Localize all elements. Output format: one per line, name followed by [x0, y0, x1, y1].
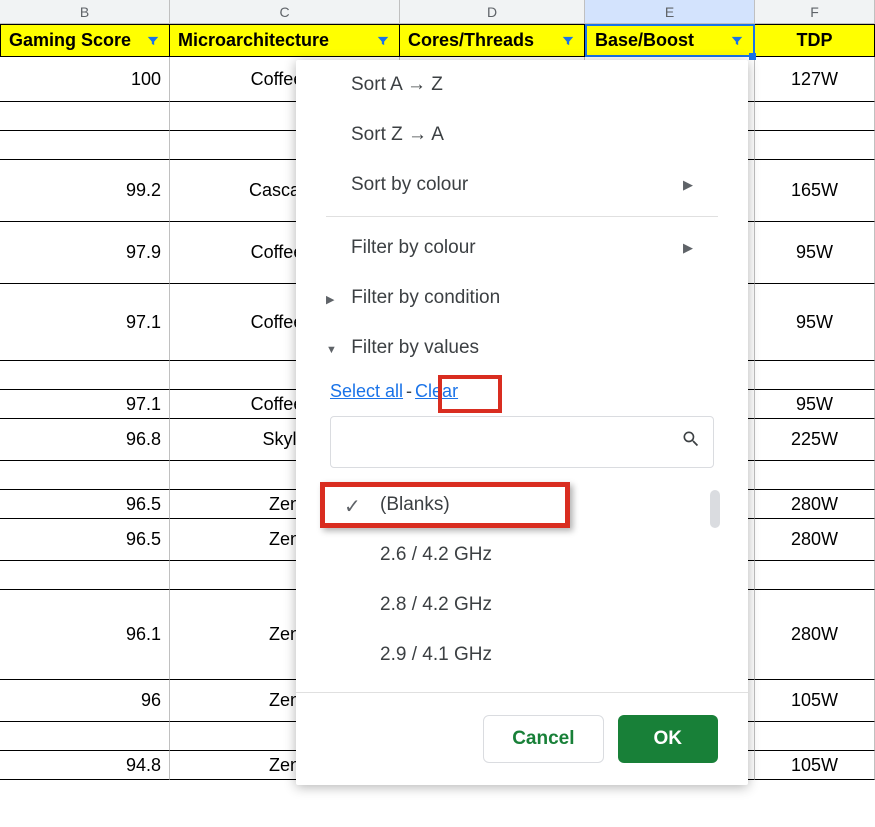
submenu-arrow-icon: ▶	[683, 177, 693, 193]
value-item[interactable]: 2.6 / 4.2 GHz	[320, 530, 724, 580]
clear-link[interactable]: Clear	[415, 381, 458, 401]
expanded-arrow-icon: ▼	[326, 344, 346, 356]
filter-value-links: Select all-Clear	[296, 373, 748, 416]
cell[interactable]	[755, 131, 875, 160]
filter-icon[interactable]	[145, 33, 161, 49]
header-cores-threads[interactable]: Cores/Threads	[400, 24, 585, 57]
cell[interactable]: 97.1	[0, 390, 170, 419]
value-item-blanks[interactable]: ✓ (Blanks)	[320, 480, 724, 530]
search-icon	[681, 429, 701, 455]
cell[interactable]	[755, 461, 875, 490]
cell[interactable]: 94.8	[0, 751, 170, 780]
cell[interactable]: 95W	[755, 284, 875, 361]
check-icon: ✓	[344, 494, 361, 519]
column-letter-D[interactable]: D	[400, 0, 585, 24]
menu-sort-za[interactable]: Sort Z → A	[296, 110, 748, 160]
cell[interactable]: 97.1	[0, 284, 170, 361]
cell[interactable]: 95W	[755, 390, 875, 419]
menu-sort-az[interactable]: Sort A → Z	[296, 60, 748, 110]
cell[interactable]: 97.9	[0, 222, 170, 284]
cell[interactable]: 100	[0, 57, 170, 102]
cell[interactable]: 96.8	[0, 419, 170, 461]
cancel-button[interactable]: Cancel	[483, 715, 603, 763]
header-gaming-score[interactable]: Gaming Score	[0, 24, 170, 57]
cell[interactable]	[0, 131, 170, 160]
cell[interactable]: 165W	[755, 160, 875, 222]
value-item[interactable]: 2.9 / 4.1 GHz	[320, 630, 724, 680]
filter-value-list: ✓ (Blanks) 2.6 / 4.2 GHz 2.8 / 4.2 GHz 2…	[296, 476, 748, 680]
submenu-arrow-icon: ▶	[683, 240, 693, 256]
cell[interactable]: 96.5	[0, 490, 170, 519]
cell[interactable]: 96.5	[0, 519, 170, 561]
cell[interactable]	[0, 561, 170, 590]
cell[interactable]: 280W	[755, 519, 875, 561]
menu-filter-condition[interactable]: ▶ Filter by condition	[296, 273, 748, 323]
value-item[interactable]: 2.8 / 4.2 GHz	[320, 580, 724, 630]
collapsed-arrow-icon: ▶	[326, 293, 346, 306]
cell[interactable]: 105W	[755, 680, 875, 722]
column-letter-E[interactable]: E	[585, 0, 755, 24]
header-base-boost[interactable]: Base/Boost	[585, 24, 755, 57]
cell[interactable]	[755, 102, 875, 131]
scrollbar-thumb[interactable]	[710, 490, 720, 528]
filter-search-input[interactable]	[343, 432, 681, 453]
filter-icon[interactable]	[560, 33, 576, 49]
cell[interactable]	[0, 722, 170, 751]
cell[interactable]	[0, 102, 170, 131]
ok-button[interactable]: OK	[618, 715, 719, 763]
filter-icon[interactable]	[729, 33, 745, 49]
cell[interactable]: 225W	[755, 419, 875, 461]
cell[interactable]: 105W	[755, 751, 875, 780]
menu-sort-colour[interactable]: Sort by colour ▶	[296, 160, 748, 210]
column-letter-C[interactable]: C	[170, 0, 400, 24]
header-tdp[interactable]: TDP	[755, 24, 875, 57]
menu-filter-colour[interactable]: Filter by colour ▶	[296, 223, 748, 273]
cell[interactable]: 95W	[755, 222, 875, 284]
cell[interactable]: 127W	[755, 57, 875, 102]
column-letter-F[interactable]: F	[755, 0, 875, 24]
cell[interactable]	[755, 361, 875, 390]
cell[interactable]: 99.2	[0, 160, 170, 222]
column-letter-B[interactable]: B	[0, 0, 170, 24]
filter-icon[interactable]	[375, 33, 391, 49]
filter-search-box[interactable]	[330, 416, 714, 468]
filter-dropdown-menu: Sort A → Z Sort Z → A Sort by colour ▶ F…	[296, 60, 748, 785]
cell[interactable]: 280W	[755, 590, 875, 680]
cell[interactable]	[755, 561, 875, 590]
cell[interactable]	[755, 722, 875, 751]
cell[interactable]	[0, 461, 170, 490]
selection-handle[interactable]	[749, 53, 756, 60]
cell[interactable]: 96.1	[0, 590, 170, 680]
header-microarchitecture[interactable]: Microarchitecture	[170, 24, 400, 57]
cell[interactable]	[0, 361, 170, 390]
cell[interactable]: 280W	[755, 490, 875, 519]
select-all-link[interactable]: Select all	[330, 381, 403, 401]
menu-filter-values[interactable]: ▼ Filter by values	[296, 323, 748, 373]
cell[interactable]: 96	[0, 680, 170, 722]
